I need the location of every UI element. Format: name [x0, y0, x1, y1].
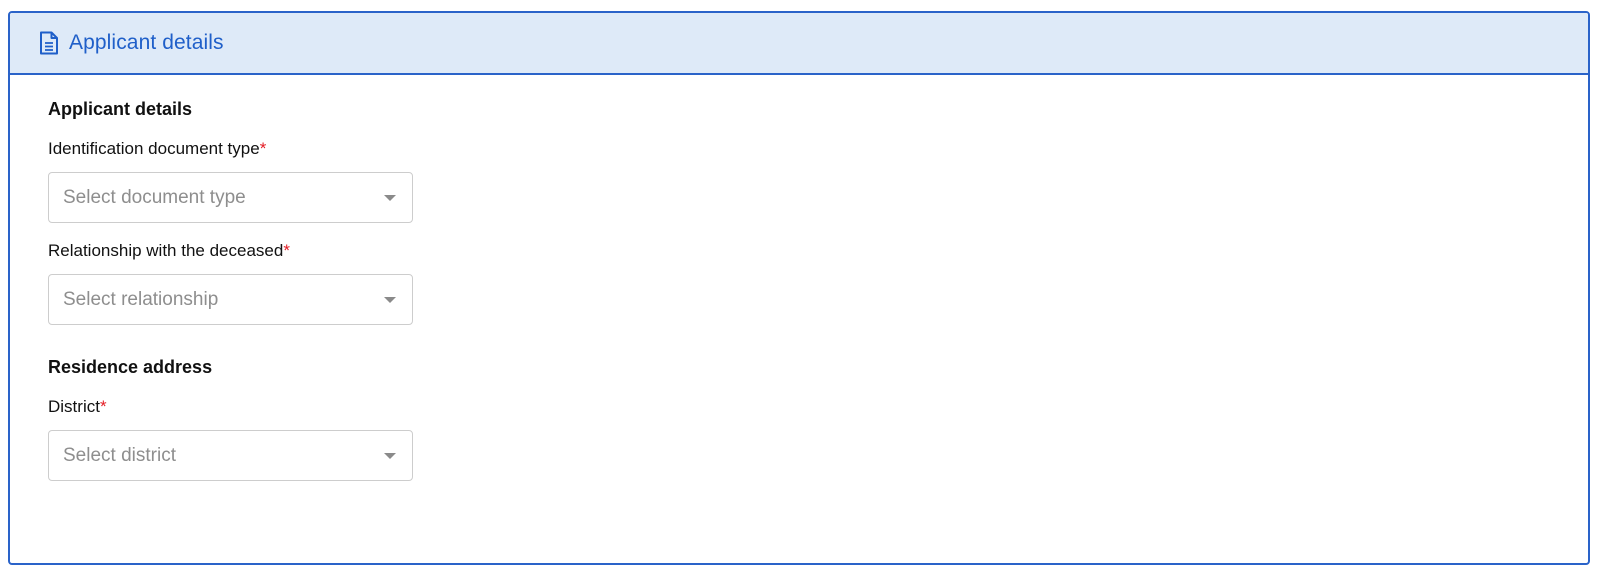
- required-marker: *: [99, 397, 107, 416]
- section-title-applicant: Applicant details: [48, 99, 193, 119]
- document-type-label-text: Identification document type: [48, 139, 260, 158]
- document-type-select[interactable]: Select document type: [48, 172, 413, 223]
- caret-down-icon: [384, 296, 396, 303]
- document-icon: [38, 30, 60, 56]
- caret-down-icon: [384, 452, 396, 459]
- section-title-residence: Residence address: [48, 357, 213, 377]
- document-type-label: Identification document type*: [48, 138, 1588, 160]
- applicant-details-panel: Applicant details Applicant details Iden…: [8, 11, 1590, 565]
- caret-down-icon: [384, 194, 396, 201]
- relationship-placeholder: Select relationship: [63, 288, 219, 310]
- required-marker: *: [259, 139, 267, 158]
- required-marker: *: [283, 241, 290, 260]
- relationship-select[interactable]: Select relationship: [48, 274, 413, 325]
- panel-header: Applicant details: [10, 13, 1588, 75]
- district-label: District*: [48, 396, 1588, 418]
- district-label-text: District: [48, 397, 100, 416]
- panel-title: Applicant details: [69, 31, 224, 54]
- district-select[interactable]: Select district: [48, 430, 413, 481]
- relationship-label: Relationship with the deceased*: [48, 240, 1588, 262]
- relationship-label-text: Relationship with the deceased: [48, 241, 284, 260]
- panel-body: Applicant details Identification documen…: [10, 75, 1588, 481]
- document-type-placeholder: Select document type: [63, 186, 246, 208]
- district-placeholder: Select district: [63, 444, 176, 466]
